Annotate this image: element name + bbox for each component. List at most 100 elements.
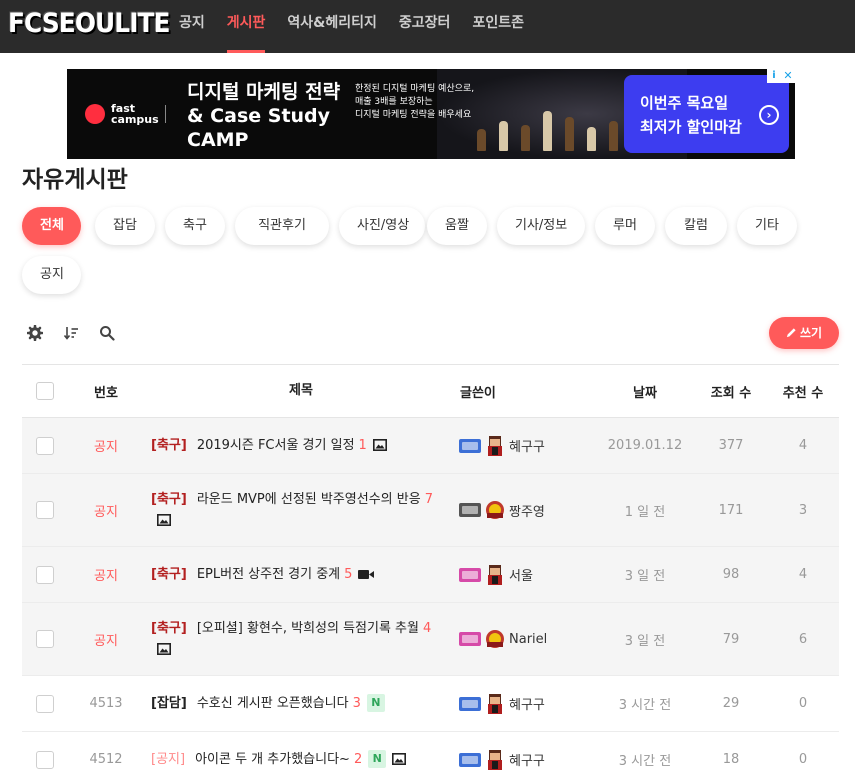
avatar (488, 749, 502, 770)
column-views[interactable]: 조회 수 (695, 365, 767, 417)
column-title: 제목 (289, 383, 313, 398)
author-name[interactable]: 혜구구 (509, 750, 545, 769)
image-icon (157, 513, 171, 526)
table-row[interactable]: 공지 [축구] [오피셜] 황현수, 박희성의 득점기록 추월 4 Nariel 3… (22, 603, 839, 676)
row-checkbox[interactable] (36, 436, 54, 455)
category-gif[interactable]: 움짤 (427, 207, 487, 245)
table-row[interactable]: 4513 [잡담] 수호신 게시판 오픈했습니다 3 N 혜구구 3 시간 전 29 … (22, 676, 839, 732)
table-header: 번호 제목 글쓴이 날짜 조회 수 추천 수 (22, 365, 839, 418)
level-icon (459, 752, 481, 767)
comment-count[interactable]: 5 (344, 567, 352, 582)
post-title[interactable]: EPL버전 상주전 경기 중계 (197, 567, 340, 582)
ad-cta-button[interactable]: 이번주 목요일 최저가 할인마감 › (624, 75, 789, 153)
post-table: 번호 제목 글쓴이 날짜 조회 수 추천 수 공지 [축구] 2019시즌 FC서… (22, 364, 839, 784)
recommend-count: 4 (798, 438, 808, 453)
author-name[interactable]: 서울 (509, 565, 533, 584)
column-author: 글쓴이 (460, 385, 496, 401)
post-date: 3 일 전 (624, 569, 666, 584)
table-row[interactable]: 4512 [공지] 아이콘 두 개 추가했습니다~ 2 N 혜구구 3 시간 전 18… (22, 732, 839, 784)
ad-description: 한정된 디지털 마케팅 예산으로, 매출 3배를 보장하는 디지털 마케팅 전략… (355, 84, 475, 120)
level-icon (459, 632, 481, 646)
category-news[interactable]: 기사/정보 (497, 207, 585, 245)
avatar (488, 693, 502, 714)
write-button[interactable]: 쓰기 (769, 317, 839, 349)
nav-item-points[interactable]: 포인트존 (461, 0, 535, 53)
category-match-review[interactable]: 직관후기 (235, 207, 329, 245)
category-rumor[interactable]: 루머 (595, 207, 655, 245)
ad-title: 디지털 마케팅 전략 & Case Study CAMP (187, 81, 341, 151)
category-chat[interactable]: 잡담 (95, 207, 155, 245)
category-photo-video[interactable]: 사진/영상 (339, 207, 425, 245)
recommend-count: 4 (798, 567, 808, 582)
comment-count[interactable]: 2 (354, 752, 362, 767)
level-icon (459, 438, 481, 453)
category-notice[interactable]: 공지 (22, 256, 81, 294)
main-nav: 공지 게시판 역사&헤리티지 중고장터 포인트존 (168, 0, 535, 53)
post-date: 3 시간 전 (618, 754, 672, 769)
site-logo[interactable]: FCSEOULITE (8, 6, 171, 42)
category-football[interactable]: 축구 (165, 207, 225, 245)
post-number: 4513 (89, 696, 123, 711)
nav-item-market[interactable]: 중고장터 (388, 0, 462, 53)
comment-count[interactable]: 4 (423, 621, 431, 636)
category-etc[interactable]: 기타 (737, 207, 797, 245)
level-icon (459, 567, 481, 582)
nav-item-board[interactable]: 게시판 (216, 0, 277, 53)
new-badge: N (368, 750, 387, 768)
image-icon (372, 439, 387, 451)
post-date: 1 일 전 (624, 504, 666, 520)
post-title[interactable]: 2019시즌 FC서울 경기 일정 (197, 438, 355, 453)
gear-icon[interactable] (27, 325, 43, 341)
search-icon[interactable] (99, 325, 115, 341)
post-title[interactable]: [오피셜] 황현수, 박희성의 득점기록 추월 (197, 621, 419, 636)
author-name[interactable]: 혜구구 (509, 694, 545, 713)
recommend-count: 6 (798, 631, 808, 647)
avatar (488, 564, 502, 585)
ad-choices-icon[interactable]: i (767, 69, 781, 83)
post-number: 공지 (94, 569, 118, 584)
fastcampus-logo-icon (85, 104, 105, 124)
select-all-checkbox[interactable] (36, 382, 54, 400)
recommend-count: 0 (798, 752, 808, 767)
recommend-count: 0 (798, 696, 808, 711)
row-checkbox[interactable] (36, 501, 54, 519)
author-name[interactable]: 혜구구 (509, 436, 545, 455)
comment-count[interactable]: 7 (425, 492, 433, 507)
post-category-tag: [축구] (151, 437, 187, 453)
close-icon[interactable]: ✕ (781, 69, 795, 83)
post-date: 2019.01.12 (607, 438, 683, 453)
table-row[interactable]: 공지 [축구] 2019시즌 FC서울 경기 일정 1 혜구구 2019.01.12… (22, 418, 839, 474)
table-row[interactable]: 공지 [축구] EPL버전 상주전 경기 중계 5 서울 3 일 전 98 4 (22, 547, 839, 603)
comment-count[interactable]: 1 (359, 438, 367, 453)
ad-banner[interactable]: fast campus 디지털 마케팅 전략 & Case Study CAMP… (67, 69, 795, 159)
author-name[interactable]: 짱주영 (509, 501, 545, 520)
comment-count[interactable]: 3 (353, 696, 361, 711)
row-checkbox[interactable] (36, 694, 54, 713)
video-icon (358, 569, 375, 579)
row-checkbox[interactable] (36, 750, 54, 769)
nav-item-notice[interactable]: 공지 (168, 0, 216, 53)
author-name[interactable]: Nariel (509, 632, 547, 647)
post-title[interactable]: 아이콘 두 개 추가했습니다~ (195, 752, 350, 767)
post-category-tag: [축구] (151, 621, 187, 636)
image-icon (392, 753, 407, 765)
ad-divider (165, 105, 166, 123)
row-checkbox[interactable] (36, 565, 54, 584)
post-number: 공지 (94, 440, 118, 455)
row-checkbox[interactable] (36, 630, 54, 648)
category-all[interactable]: 전체 (22, 207, 81, 245)
column-number: 번호 (94, 385, 118, 401)
view-count: 79 (722, 631, 740, 647)
post-title[interactable]: 라운드 MVP에 선정된 박주영선수의 반응 (197, 492, 421, 507)
sort-icon[interactable] (63, 325, 79, 341)
table-row[interactable]: 공지 [축구] 라운드 MVP에 선정된 박주영선수의 반응 7 짱주영 1 일 전… (22, 474, 839, 547)
category-column[interactable]: 칼럼 (665, 207, 727, 245)
nav-item-history[interactable]: 역사&헤리티지 (276, 0, 388, 53)
column-date[interactable]: 날짜 (595, 365, 695, 417)
post-title[interactable]: 수호신 게시판 오픈했습니다 (197, 696, 349, 711)
recommend-count: 3 (798, 502, 808, 518)
fastcampus-logo: fast campus (85, 103, 159, 125)
avatar (486, 501, 504, 519)
column-recommend[interactable]: 추천 수 (767, 365, 839, 417)
view-count: 29 (722, 696, 740, 711)
